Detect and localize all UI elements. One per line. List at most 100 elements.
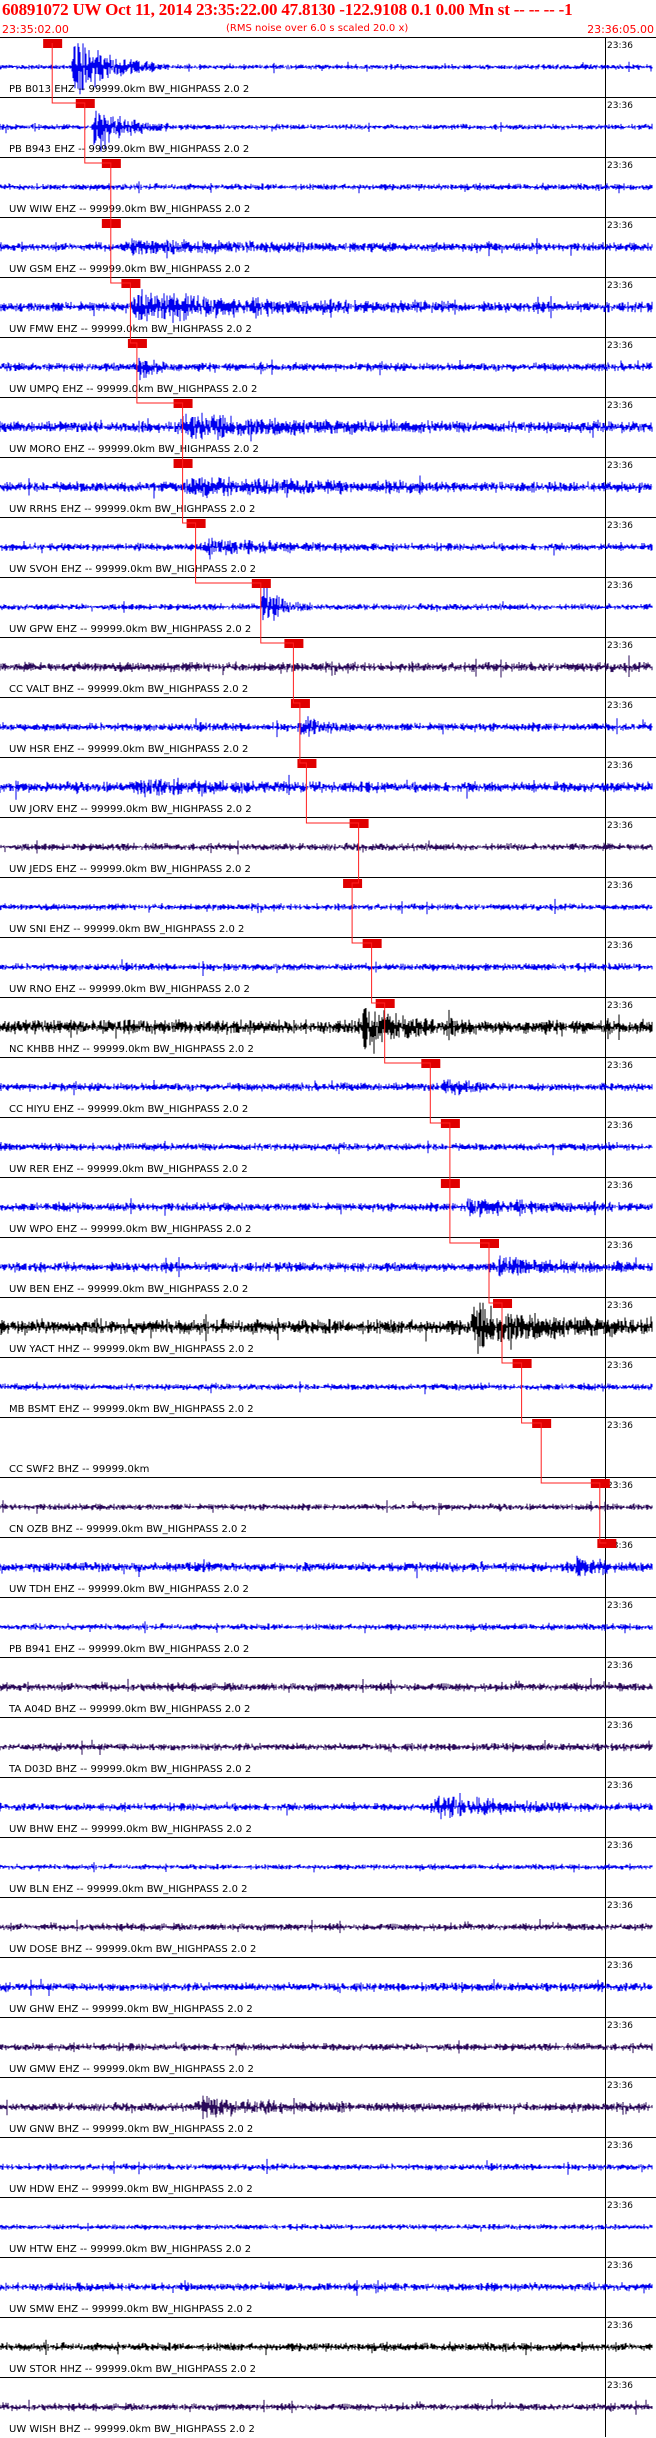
waveform (0, 1500, 653, 1516)
station-label: UW YACT HHZ -- 99999.0km BW_HIGHPASS 2.0… (9, 1344, 254, 1355)
trace-1: 23:36 PB B943 EHZ -- 99999.0km BW_HIGHPAS… (0, 97, 656, 157)
trace-23: 23:36 CC SWF2 BHZ -- 99999.0km (0, 1417, 656, 1477)
station-label: UW SMW EHZ -- 99999.0km BW_HIGHPASS 2.0 … (9, 2304, 252, 2315)
minute-tick-label: 23:36 (607, 1661, 633, 1671)
trace-32: 23:36 UW GHW EHZ -- 99999.0km BW_HIGHPASS… (0, 1957, 656, 2017)
station-label: CC VALT BHZ -- 99999.0km BW_HIGHPASS 2.0… (9, 684, 248, 695)
minute-tick-label: 23:36 (607, 161, 633, 171)
station-label: UW BLN EHZ -- 99999.0km BW_HIGHPASS 2.0 … (9, 1884, 247, 1895)
waveform (0, 1079, 653, 1096)
station-label: UW TDH EHZ -- 99999.0km BW_HIGHPASS 2.0 … (9, 1584, 249, 1595)
minute-tick-label: 23:36 (607, 1841, 633, 1851)
waveform (0, 2399, 653, 2415)
minute-tick-label: 23:36 (607, 1061, 633, 1071)
waveform (0, 537, 653, 560)
waveform (0, 238, 653, 259)
trace-31: 23:36 UW DOSE BHZ -- 99999.0km BW_HIGHPAS… (0, 1897, 656, 1957)
trace-35: 23:36 UW HDW EHZ -- 99999.0km BW_HIGHPASS… (0, 2137, 656, 2197)
station-label: MB BSMT EHZ -- 99999.0km BW_HIGHPASS 2.0… (9, 1404, 254, 1415)
minute-tick-label: 23:36 (607, 1301, 633, 1311)
station-label: UW JEDS EHZ -- 99999.0km BW_HIGHPASS 2.0… (9, 864, 251, 875)
seismogram-traces: 23:36 PB B013 EHZ -- 99999.0km BW_HIGHPAS… (0, 37, 656, 2437)
waveform (0, 1255, 653, 1278)
waveform (0, 1862, 653, 1873)
station-label: UW STOR HHZ -- 99999.0km BW_HIGHPASS 2.0… (9, 2364, 256, 2375)
end-time-label: 23:36:05.00 (587, 23, 654, 36)
waveform (0, 1621, 653, 1634)
station-label: PB B943 EHZ -- 99999.0km BW_HIGHPASS 2.0… (9, 144, 249, 155)
minute-tick-label: 23:36 (607, 101, 633, 111)
minute-tick-label: 23:36 (607, 641, 633, 651)
station-label: PB B013 EHZ -- 99999.0km BW_HIGHPASS 2.0… (9, 84, 249, 95)
trace-10: 23:36 CC VALT BHZ -- 99999.0km BW_HIGHPAS… (0, 637, 656, 697)
station-label: UW SNI EHZ -- 99999.0km BW_HIGHPASS 2.0 … (9, 924, 244, 935)
station-label: UW HTW EHZ -- 99999.0km BW_HIGHPASS 2.0 … (9, 2244, 251, 2255)
trace-26: 23:36 PB B941 EHZ -- 99999.0km BW_HIGHPAS… (0, 1597, 656, 1657)
minute-tick-label: 23:36 (607, 1721, 633, 1731)
station-label: UW SVOH EHZ -- 99999.0km BW_HIGHPASS 2.0… (9, 564, 256, 575)
trace-25: 23:36UW TDH EHZ -- 99999.0km BW_HIGHPASS… (0, 1537, 656, 1597)
minute-tick-label: 23:36 (607, 1421, 633, 1431)
waveform (0, 2339, 653, 2356)
waveform (0, 840, 653, 855)
pick-marker (101, 219, 121, 228)
minute-tick-label: 23:36 (607, 2021, 633, 2031)
trace-5: 23:36 UW UMPQ EHZ -- 99999.0km BW_HIGHPAS… (0, 337, 656, 397)
station-label: UW DOSE BHZ -- 99999.0km BW_HIGHPASS 2.0… (9, 1944, 256, 1955)
waveform (0, 959, 653, 976)
trace-17: 23:36 CC HIYU EHZ -- 99999.0km BW_HIGHPAS… (0, 1057, 656, 1117)
trace-3: 23:36 UW GSM EHZ -- 99999.0km BW_HIGHPASS… (0, 217, 656, 277)
waveform (0, 2040, 653, 2056)
minute-tick-label: 23:36 (607, 341, 633, 351)
minute-tick-label: 23:36 (607, 1961, 633, 1971)
station-label: UW BHW EHZ -- 99999.0km BW_HIGHPASS 2.0 … (9, 1824, 252, 1835)
waveform (0, 357, 653, 381)
station-label: UW JORV EHZ -- 99999.0km BW_HIGHPASS 2.0… (9, 804, 252, 815)
minute-tick-label: 23:36 (607, 941, 633, 951)
waveform (0, 475, 653, 499)
station-label: UW RRHS EHZ -- 99999.0km BW_HIGHPASS 2.0… (9, 504, 255, 515)
station-label: CC HIYU EHZ -- 99999.0km BW_HIGHPASS 2.0… (9, 1104, 248, 1115)
station-label: UW WPO EHZ -- 99999.0km BW_HIGHPASS 2.0 … (9, 1224, 251, 1235)
trace-38: 23:36 UW STOR HHZ -- 99999.0km BW_HIGHPAS… (0, 2317, 656, 2377)
trace-30: 23:36 UW BLN EHZ -- 99999.0km BW_HIGHPASS… (0, 1837, 656, 1897)
waveform (0, 289, 653, 323)
trace-28: 23:36 TA D03D BHZ -- 99999.0km BW_HIGHPAS… (0, 1717, 656, 1777)
station-label: CC SWF2 BHZ -- 99999.0km (9, 1464, 149, 1475)
trace-20: 23:36 UW BEN EHZ -- 99999.0km BW_HIGHPASS… (0, 1237, 656, 1297)
station-label: UW GMW EHZ -- 99999.0km BW_HIGHPASS 2.0 … (9, 2064, 254, 2075)
minute-tick-label: 23:36 (607, 1001, 633, 1011)
scaling-note: (RMS noise over 6.0 s scaled 20.0 x) (226, 23, 409, 34)
waveform (0, 655, 653, 678)
station-label: UW GNW BHZ -- 99999.0km BW_HIGHPASS 2.0 … (9, 2124, 253, 2135)
waveform (0, 2158, 653, 2175)
station-label: NC KHBB HHZ -- 99999.0km BW_HIGHPASS 2.0… (9, 1044, 254, 1055)
minute-tick-label: 23:36 (607, 2261, 633, 2271)
event-title: 60891072 UW Oct 11, 2014 23:35:22.00 47.… (2, 0, 573, 19)
trace-11: 23:36 UW HSR EHZ -- 99999.0km BW_HIGHPASS… (0, 697, 656, 757)
waveform (0, 1678, 653, 1694)
waveform (0, 1198, 653, 1218)
waveform (0, 1739, 653, 1755)
minute-tick-label: 23:36 (607, 1601, 633, 1611)
trace-13: 23:36 UW JEDS EHZ -- 99999.0km BW_HIGHPAS… (0, 817, 656, 877)
waveform (0, 716, 653, 738)
trace-29: 23:36 UW BHW EHZ -- 99999.0km BW_HIGHPASS… (0, 1777, 656, 1837)
waveform (0, 774, 653, 800)
waveform (0, 1555, 653, 1579)
trace-2: 23:36 UW WIW EHZ -- 99999.0km BW_HIGHPASS… (0, 157, 656, 217)
trace-9: 23:36 UW GPW EHZ -- 99999.0km BW_HIGHPASS… (0, 577, 656, 637)
waveform (0, 1140, 653, 1156)
station-label: TA A04D BHZ -- 99999.0km BW_HIGHPASS 2.0… (8, 1704, 250, 1715)
station-label: UW RER EHZ -- 99999.0km BW_HIGHPASS 2.0 … (9, 1164, 248, 1175)
trace-39: 23:36 UW WISH BHZ -- 99999.0km BW_HIGHPAS… (0, 2377, 656, 2437)
station-label: UW GHW EHZ -- 99999.0km BW_HIGHPASS 2.0 … (9, 2004, 253, 2015)
plot-header: 60891072 UW Oct 11, 2014 23:35:22.00 47.… (0, 0, 656, 38)
station-label: UW UMPQ EHZ -- 99999.0km BW_HIGHPASS 2.0… (9, 384, 257, 395)
station-label: TA D03D BHZ -- 99999.0km BW_HIGHPASS 2.0… (8, 1764, 251, 1775)
trace-18: 23:36 UW RER EHZ -- 99999.0km BW_HIGHPASS… (0, 1117, 656, 1177)
trace-22: 23:36 MB BSMT EHZ -- 99999.0km BW_HIGHPAS… (0, 1357, 656, 1417)
trace-7: 23:36 UW RRHS EHZ -- 99999.0km BW_HIGHPAS… (0, 457, 656, 517)
trace-27: 23:36 TA A04D BHZ -- 99999.0km BW_HIGHPAS… (0, 1657, 656, 1717)
minute-tick-label: 23:36 (607, 761, 633, 771)
